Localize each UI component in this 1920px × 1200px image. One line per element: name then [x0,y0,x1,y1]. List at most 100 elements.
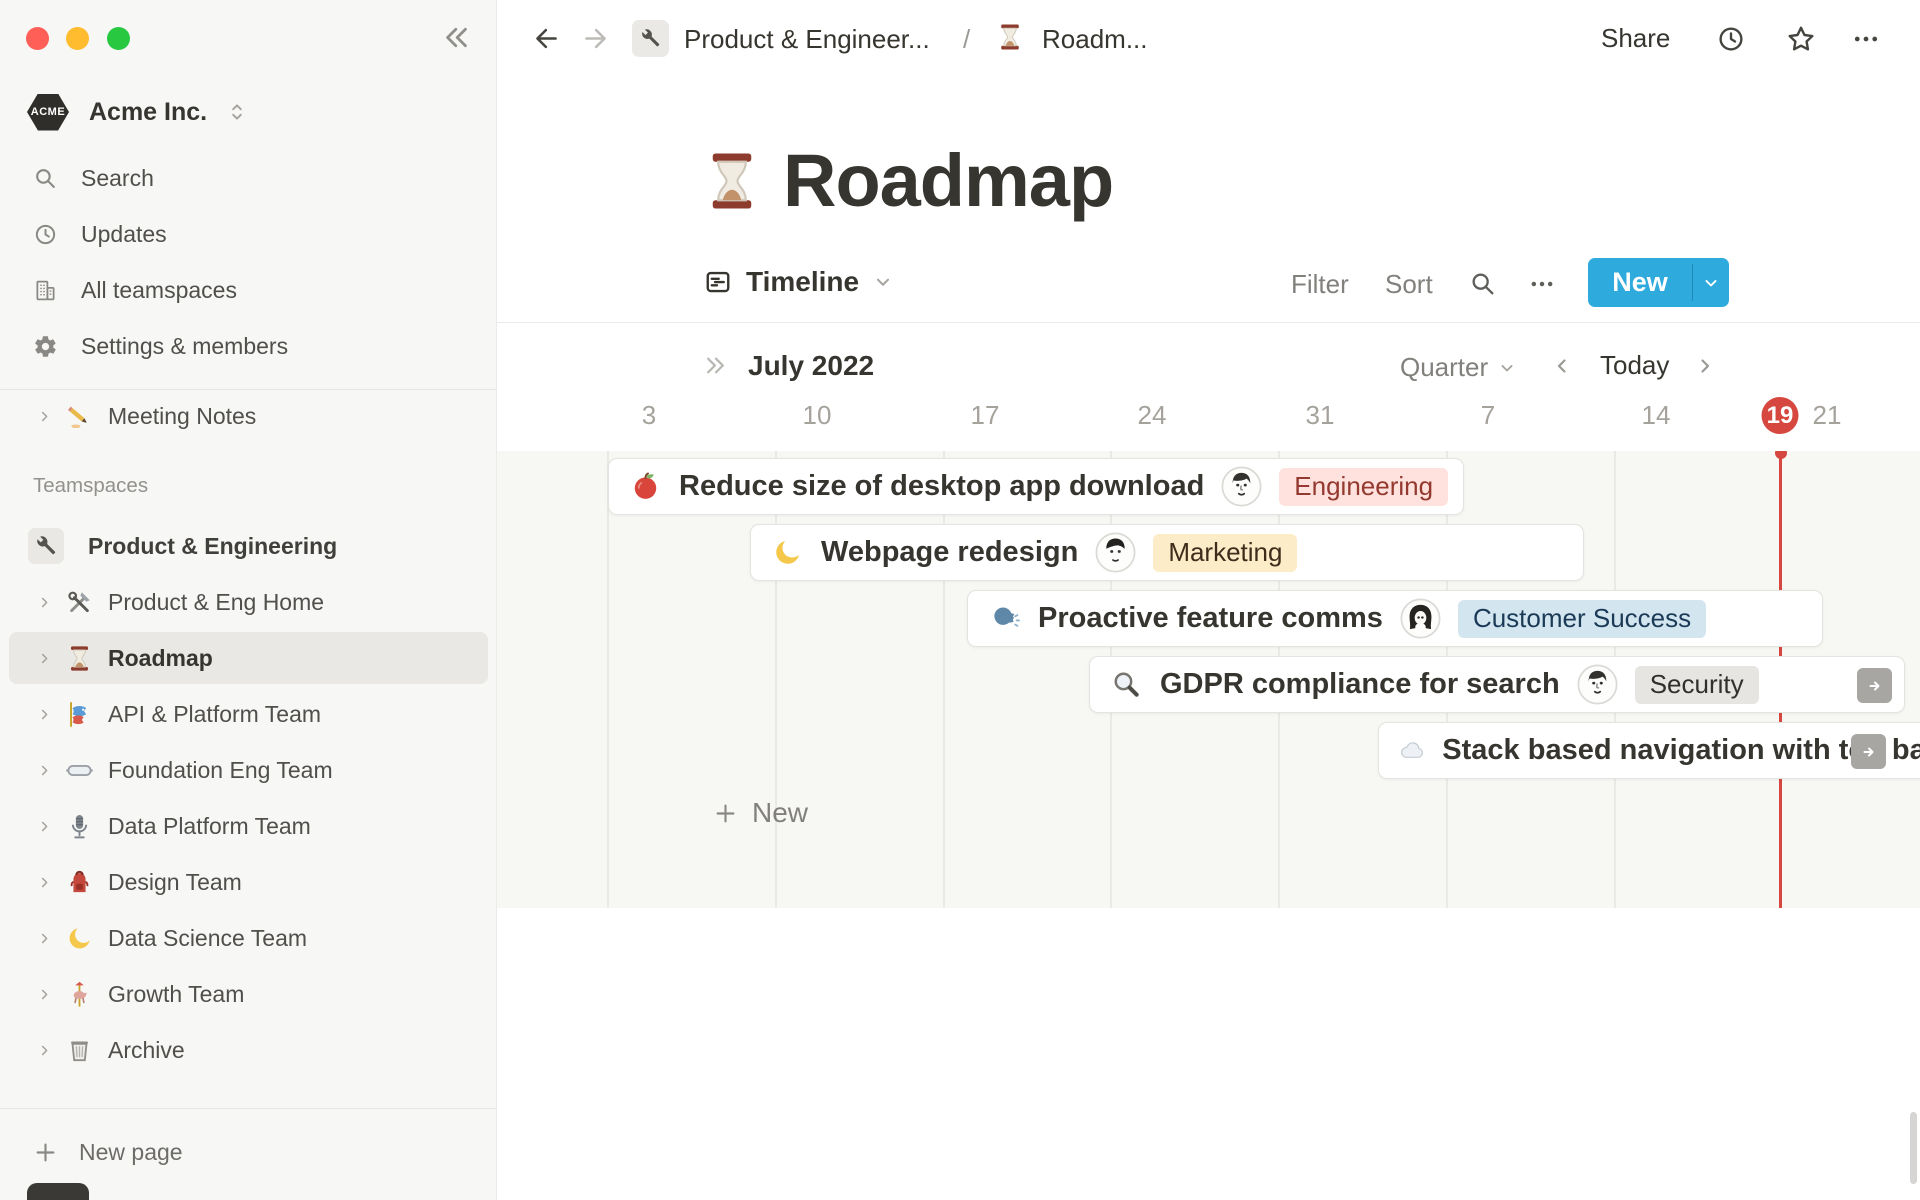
sidebar-item-data-platform-team[interactable]: Data Platform Team [0,798,497,854]
timeline-task-card[interactable]: Proactive feature comms Customer Success [967,590,1823,647]
sidebar-item-label: Product & Engineering [88,532,338,559]
timeline-task-card[interactable]: GDPR compliance for search Security [1089,656,1905,713]
workspace-switcher[interactable]: ACME Acme Inc. [0,86,497,138]
teamspace-icon-tile [28,528,64,564]
new-entry-button-label[interactable]: New [1588,258,1692,307]
chevron-right-icon [36,594,53,611]
chevron-right-icon [36,1042,53,1059]
breadcrumb-item-first[interactable]: Product & Engineer... [684,24,930,55]
team-tag: Marketing [1153,533,1298,572]
date-tick: 14 [1641,400,1671,430]
sidebar-item-api-platform-team[interactable]: API & Platform Team [0,686,497,742]
timeline-scale-dropdown[interactable]: Quarter [1400,352,1517,383]
sidebar-item-label: Product & Eng Home [108,588,325,615]
page-title[interactable]: Roadmap [783,138,1114,223]
more-options-icon[interactable] [1851,24,1881,54]
sidebar-item-settings-members[interactable]: Settings & members [0,318,497,374]
toolbar-divider [497,322,1920,323]
new-entry-dropdown[interactable] [1693,258,1729,307]
sidebar-item-design-team[interactable]: Design Team [0,854,497,910]
timeline-band: Reduce size of desktop app download Engi… [497,451,1920,908]
week-gridline [943,451,945,908]
previous-period-icon[interactable] [1550,354,1574,378]
new-page-button[interactable]: New page [0,1124,497,1180]
scroll-to-card-button[interactable] [1857,668,1892,703]
share-button[interactable]: Share [1601,23,1670,54]
sidebar-item-meeting-notes[interactable]: Meeting Notes [0,390,497,442]
date-tick: 21 [1812,400,1842,430]
clock-icon [33,222,58,247]
cloud-emoji [1399,734,1425,767]
task-title: Reduce size of desktop app download [679,470,1205,502]
view-switcher-timeline[interactable]: Timeline [703,266,894,298]
favorite-star-icon[interactable] [1785,23,1817,55]
timeline-add-row-button[interactable]: New [712,797,808,829]
sidebar-item-label: Search [81,164,154,191]
date-tick: 7 [1480,400,1496,430]
timeline-task-card[interactable]: Stack based navigation with top bar [1378,722,1920,779]
add-row-label: New [752,797,809,828]
timeline-task-card[interactable]: Webpage redesign Marketing [750,524,1584,581]
today-button[interactable]: Today [1600,350,1669,381]
sidebar-item-archive[interactable]: Archive [0,1022,497,1078]
sidebar-item-foundation-eng-team[interactable]: Foundation Eng Team [0,742,497,798]
sidebar-item-label: Foundation Eng Team [108,756,333,783]
view-more-options-icon[interactable] [1528,270,1556,298]
carousel-horse-emoji [65,980,94,1009]
sidebar-item-all-teamspaces[interactable]: All teamspaces [0,262,497,318]
expand-months-icon[interactable] [702,352,729,379]
chevron-down-icon [1701,273,1721,293]
breadcrumb-item-current[interactable]: Roadm... [1042,24,1148,55]
sidebar-item-label: Growth Team [108,980,245,1007]
workspace-switcher-icon [225,100,249,124]
sidebar-item-roadmap[interactable]: Roadmap [0,630,497,686]
sort-button[interactable]: Sort [1385,269,1433,300]
chevron-right-icon [36,706,53,723]
back-icon[interactable] [531,23,562,54]
date-tick: 31 [1305,400,1335,430]
updates-clock-icon[interactable] [1716,24,1746,54]
date-tick: 10 [802,400,832,430]
breadcrumb-teamspace[interactable] [632,20,669,57]
plus-icon [712,800,739,827]
scroll-to-card-button[interactable] [1851,734,1886,769]
sidebar-item-label: Archive [108,1036,185,1063]
page-icon-hourglass-emoji[interactable] [699,148,765,214]
magnifying-glass-emoji [1110,668,1143,701]
chevron-right-icon [36,986,53,1003]
view-label: Timeline [746,266,860,297]
wastebasket-emoji [65,1036,94,1065]
sidebar-item-product-engineering[interactable]: Product & Engineering [0,518,497,574]
timeline-task-card[interactable]: Reduce size of desktop app download Engi… [608,458,1464,515]
new-entry-button[interactable]: New [1588,258,1729,307]
view-search-icon[interactable] [1469,270,1497,298]
sidebar-item-label: API & Platform Team [108,700,322,727]
assignee-avatar [1095,532,1136,573]
window-close-button[interactable] [26,27,49,50]
chevron-right-icon [36,650,53,667]
sidebar-item-label: Settings & members [81,332,289,359]
vertical-scrollbar[interactable] [1910,1112,1917,1184]
filter-button[interactable]: Filter [1291,269,1349,300]
hourglass-emoji [995,22,1025,52]
chevron-right-icon [36,930,53,947]
window-zoom-button[interactable] [107,27,130,50]
forward-icon[interactable] [580,23,611,54]
wrench-emoji [35,535,57,557]
sidebar-item-updates[interactable]: Updates [0,206,497,262]
sidebar-item-search[interactable]: Search [0,150,497,206]
sidebar-item-growth-team[interactable]: Growth Team [0,966,497,1022]
window-minimize-button[interactable] [66,27,89,50]
carp-streamer-emoji [65,700,94,729]
sidebar-item-product-eng-home[interactable]: Product & Eng Home [0,574,497,630]
arrow-right-icon [1863,674,1887,698]
team-tag: Customer Success [1457,599,1707,638]
workspace-logo-text: ACME [30,106,66,118]
apple-emoji [629,470,662,503]
sidebar-item-data-science-team[interactable]: Data Science Team [0,910,497,966]
crescent-moon-emoji [771,536,804,569]
next-period-icon[interactable] [1693,354,1717,378]
search-icon [33,166,58,191]
collapse-sidebar-icon[interactable] [440,21,473,54]
sidebar-item-label: Data Platform Team [108,812,311,839]
